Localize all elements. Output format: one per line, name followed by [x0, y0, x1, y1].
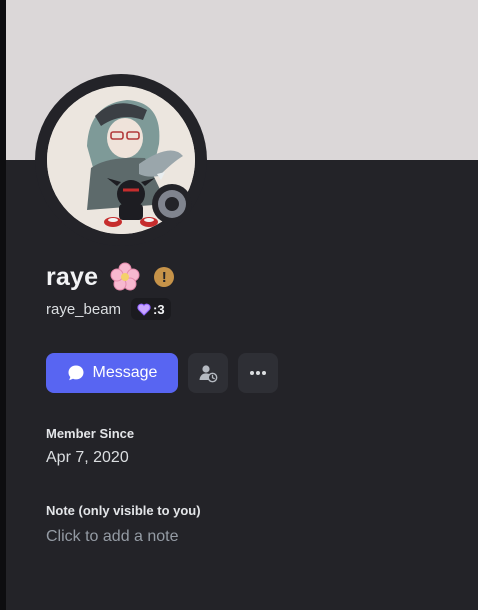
- chat-bubble-icon: [68, 365, 84, 381]
- message-button[interactable]: Message: [46, 353, 178, 393]
- member-since-label: Member Since: [46, 426, 135, 441]
- server-tag-text: :3: [153, 301, 165, 317]
- friend-request-pending-button[interactable]: [188, 353, 228, 393]
- name-row: raye !: [46, 262, 175, 292]
- message-button-label: Message: [92, 364, 158, 381]
- more-options-button[interactable]: [238, 353, 278, 393]
- username: raye_beam: [46, 300, 122, 318]
- ellipsis-icon: [250, 371, 266, 375]
- display-name: raye: [46, 262, 99, 291]
- warning-badge-icon[interactable]: !: [154, 267, 175, 287]
- heart-icon: [137, 303, 151, 316]
- user-clock-icon: [199, 365, 218, 383]
- note-input[interactable]: Click to add a note: [46, 528, 179, 546]
- username-row: raye_beam :3: [46, 298, 171, 320]
- member-since-date: Apr 7, 2020: [46, 449, 129, 466]
- server-tag[interactable]: :3: [131, 298, 171, 320]
- user-profile-panel: raye ! raye_beam :3 Message Member Since…: [6, 0, 478, 610]
- note-label: Note (only visible to you): [46, 503, 201, 518]
- status-indicator-offline: [152, 184, 192, 224]
- cherry-blossom-icon: [110, 262, 140, 291]
